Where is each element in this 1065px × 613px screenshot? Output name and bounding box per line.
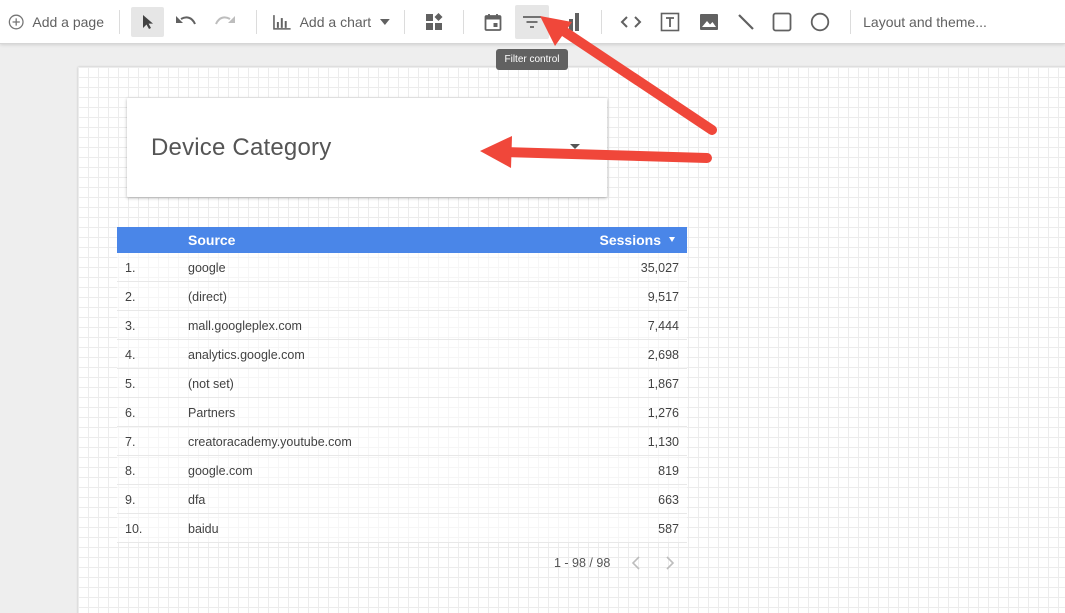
column-header-sessions[interactable]: Sessions — [600, 232, 661, 248]
add-page-button[interactable]: Add a page — [8, 0, 104, 44]
image-button[interactable] — [695, 0, 723, 44]
bar-chart-ascending-icon — [563, 13, 579, 31]
row-number: 2. — [125, 290, 136, 304]
next-page-button[interactable] — [664, 555, 676, 576]
sessions-cell: 1,867 — [647, 377, 679, 391]
source-cell: analytics.google.com — [188, 348, 305, 362]
table-row[interactable]: 6. Partners 1,276 — [117, 398, 687, 427]
toolbar: Add a page Add a chart Layout and theme.… — [0, 0, 1065, 44]
add-chart-label: Add a chart — [299, 14, 372, 30]
table-header: Source Sessions — [117, 227, 687, 253]
sessions-cell: 587 — [658, 522, 679, 536]
toolbar-separator — [601, 10, 602, 34]
source-cell: (direct) — [188, 290, 227, 304]
rectangle-button[interactable] — [769, 0, 795, 44]
add-page-label: Add a page — [32, 14, 104, 30]
bar-chart-icon — [273, 15, 291, 30]
sessions-by-source-table[interactable]: Source Sessions 1. google 35,027 2. (dir… — [117, 227, 687, 543]
text-box-button[interactable] — [656, 0, 684, 44]
community-visualizations-button[interactable] — [420, 0, 448, 44]
source-cell: baidu — [188, 522, 219, 536]
line-button[interactable] — [733, 0, 759, 44]
text-box-icon — [660, 12, 680, 32]
row-number: 1. — [125, 261, 136, 275]
image-icon — [700, 14, 718, 30]
data-control-button[interactable] — [558, 0, 584, 44]
source-cell: creatoracademy.youtube.com — [188, 435, 352, 449]
table-row[interactable]: 2. (direct) 9,517 — [117, 282, 687, 311]
sessions-cell: 819 — [658, 464, 679, 478]
source-cell: Partners — [188, 406, 236, 420]
source-cell: google — [188, 261, 226, 275]
add-circle-icon — [8, 14, 24, 30]
row-number: 6. — [125, 406, 136, 420]
date-range-button[interactable] — [479, 0, 507, 44]
row-number: 8. — [125, 464, 136, 478]
row-number: 5. — [125, 377, 136, 391]
table-body: 1. google 35,027 2. (direct) 9,517 3. ma… — [117, 253, 687, 543]
column-header-source[interactable]: Source — [188, 232, 235, 248]
table-row[interactable]: 4. analytics.google.com 2,698 — [117, 340, 687, 369]
table-row[interactable]: 9. dfa 663 — [117, 485, 687, 514]
row-number: 9. — [125, 493, 136, 507]
dropdown-caret-icon[interactable] — [570, 144, 580, 149]
sort-descending-icon[interactable] — [669, 237, 675, 242]
table-row[interactable]: 8. google.com 819 — [117, 456, 687, 485]
layout-and-theme-button[interactable]: Layout and theme... — [863, 0, 987, 44]
select-tool-button[interactable] — [131, 7, 164, 37]
add-chart-button[interactable]: Add a chart — [272, 0, 390, 44]
redo-button[interactable] — [211, 0, 239, 44]
circle-button[interactable] — [807, 0, 833, 44]
table-row[interactable]: 5. (not set) 1,867 — [117, 369, 687, 398]
row-number: 3. — [125, 319, 136, 333]
chevron-left-icon — [631, 556, 640, 570]
chevron-right-icon — [666, 556, 675, 570]
table-row[interactable]: 7. creatoracademy.youtube.com 1,130 — [117, 427, 687, 456]
redo-icon — [215, 16, 235, 25]
toolbar-separator — [119, 10, 120, 34]
filter-control-title: Device Category — [151, 134, 332, 161]
toolbar-separator — [404, 10, 405, 34]
toolbar-separator — [463, 10, 464, 34]
previous-page-button[interactable] — [630, 555, 642, 576]
chevron-down-icon — [380, 19, 390, 25]
sessions-cell: 1,276 — [647, 406, 679, 420]
cursor-arrow-icon — [142, 15, 153, 29]
source-cell: google.com — [188, 464, 253, 478]
row-number: 4. — [125, 348, 136, 362]
layout-and-theme-label: Layout and theme... — [863, 14, 987, 30]
line-icon — [738, 14, 754, 30]
code-icon — [620, 16, 642, 28]
pagination-label: 1 - 98 / 98 — [554, 556, 611, 570]
undo-icon — [176, 16, 196, 25]
sessions-cell: 663 — [658, 493, 679, 507]
table-row[interactable]: 10. baidu 587 — [117, 514, 687, 543]
source-cell: dfa — [188, 493, 206, 507]
filter-icon — [523, 16, 541, 28]
source-cell: (not set) — [188, 377, 234, 391]
sessions-cell: 7,444 — [647, 319, 679, 333]
rectangle-icon — [772, 12, 792, 32]
sessions-cell: 1,130 — [647, 435, 679, 449]
toolbar-separator — [256, 10, 257, 34]
circle-icon — [810, 12, 830, 32]
source-cell: mall.googleplex.com — [188, 319, 302, 333]
sessions-cell: 2,698 — [647, 348, 679, 362]
sessions-cell: 9,517 — [647, 290, 679, 304]
undo-button[interactable] — [172, 0, 200, 44]
table-row[interactable]: 3. mall.googleplex.com 7,444 — [117, 311, 687, 340]
table-row[interactable]: 1. google 35,027 — [117, 253, 687, 282]
embed-url-button[interactable] — [617, 0, 645, 44]
row-number: 10. — [125, 522, 143, 536]
calendar-icon — [484, 14, 502, 31]
widgets-icon — [426, 13, 443, 30]
filter-control-tooltip: Filter control — [496, 49, 568, 70]
sessions-cell: 35,027 — [640, 261, 679, 275]
filter-control-button[interactable] — [515, 5, 549, 39]
toolbar-separator — [850, 10, 851, 34]
row-number: 7. — [125, 435, 136, 449]
device-category-filter-control[interactable]: Device Category — [127, 98, 607, 197]
